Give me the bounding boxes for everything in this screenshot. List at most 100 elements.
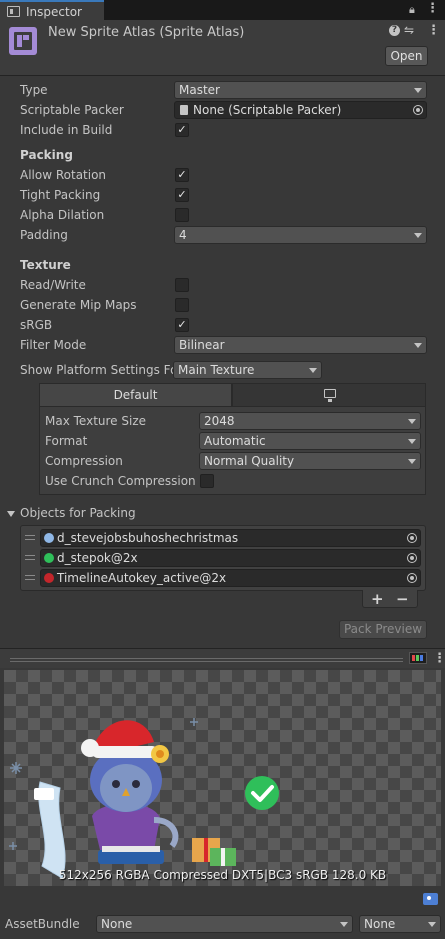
max-texture-size-label: Max Texture Size — [45, 414, 146, 428]
drag-handle-icon[interactable] — [25, 555, 35, 560]
green-check-icon — [44, 553, 54, 563]
list-item[interactable]: d_stepok@2x — [40, 549, 421, 567]
chevron-down-icon — [340, 922, 348, 927]
chevron-down-icon — [408, 459, 416, 464]
list-item-label: TimelineAutokey_active@2x — [57, 571, 227, 585]
srgb-checkbox[interactable]: ✓ — [175, 318, 189, 332]
type-label: Type — [20, 83, 48, 97]
chevron-down-icon — [414, 233, 422, 238]
platform-settings-dropdown[interactable]: Main Texture — [173, 361, 322, 379]
object-picker-icon[interactable] — [407, 533, 417, 543]
generate-mip-maps-checkbox[interactable] — [175, 298, 189, 312]
padding-dropdown[interactable]: 4 — [174, 226, 427, 244]
tight-packing-checkbox[interactable]: ✓ — [175, 188, 189, 202]
foldout-arrow-icon[interactable] — [7, 511, 15, 517]
list-item-label: d_stepok@2x — [57, 551, 138, 565]
chevron-down-icon — [408, 419, 416, 424]
asset-header: New Sprite Atlas (Sprite Atlas) ? ⇋ ⋮ Op… — [0, 20, 445, 76]
label-tag-icon[interactable] — [423, 893, 438, 905]
chevron-down-icon — [414, 343, 422, 348]
list-item[interactable]: d_stevejobsbuhoshechristmas — [40, 529, 421, 547]
max-texture-size-dropdown[interactable]: 2048 — [199, 412, 421, 430]
read-write-checkbox[interactable] — [175, 278, 189, 292]
sprite-atlas-icon — [9, 27, 37, 55]
preview-caption: 512x256 RGBA Compressed DXT5|BC3 sRGB 12… — [58, 868, 387, 882]
use-crunch-checkbox[interactable] — [200, 474, 214, 488]
generate-mip-maps-label: Generate Mip Maps — [20, 298, 137, 312]
assetbundle-name-dropdown[interactable]: None — [96, 915, 353, 933]
assetbundle-label: AssetBundle — [5, 917, 80, 931]
filter-mode-label: Filter Mode — [20, 338, 87, 352]
chevron-down-icon — [414, 88, 422, 93]
format-label: Format — [45, 434, 88, 448]
drag-handle-icon[interactable] — [25, 575, 35, 580]
atlas-sprites-image — [9, 718, 279, 879]
include-in-build-label: Include in Build — [20, 123, 113, 137]
allow-rotation-checkbox[interactable]: ✓ — [175, 168, 189, 182]
pack-preview-button[interactable]: Pack Preview — [339, 620, 427, 639]
presets-icon[interactable]: ⇋ — [404, 23, 414, 37]
compression-value: Normal Quality — [204, 454, 295, 468]
chevron-down-icon — [408, 439, 416, 444]
rgb-channels-icon[interactable] — [409, 652, 427, 664]
padding-label: Padding — [20, 228, 68, 242]
remove-item-button[interactable]: − — [396, 590, 409, 608]
allow-rotation-label: Allow Rotation — [20, 168, 107, 182]
drag-handle-icon[interactable] — [25, 535, 35, 540]
open-button[interactable]: Open — [385, 46, 428, 66]
packing-heading: Packing — [20, 148, 73, 162]
type-dropdown[interactable]: Master — [174, 81, 427, 99]
use-crunch-label: Use Crunch Compression — [45, 474, 196, 488]
inspector-icon — [7, 6, 20, 17]
texture-heading: Texture — [20, 258, 71, 272]
max-texture-size-value: 2048 — [204, 414, 235, 428]
chevron-down-icon — [428, 922, 436, 927]
tight-packing-label: Tight Packing — [20, 188, 101, 202]
tab-label: Inspector — [26, 5, 82, 19]
tab-menu-icon[interactable]: ⋮ — [426, 1, 439, 16]
scriptable-packer-label: Scriptable Packer — [20, 103, 124, 117]
list-item[interactable]: TimelineAutokey_active@2x — [40, 569, 421, 587]
object-picker-icon[interactable] — [413, 105, 423, 115]
filter-mode-dropdown[interactable]: Bilinear — [174, 336, 427, 354]
lock-icon[interactable]: 🔒︎ — [409, 3, 415, 17]
format-dropdown[interactable]: Automatic — [199, 432, 421, 450]
assetbundle-variant-dropdown[interactable]: None — [359, 915, 441, 933]
chevron-down-icon — [309, 368, 317, 373]
assetbundle-variant-value: None — [364, 917, 396, 931]
alpha-dilation-label: Alpha Dilation — [20, 208, 105, 222]
assetbundle-name-value: None — [101, 917, 133, 931]
sprite-icon — [44, 533, 54, 543]
scriptable-packer-value: None (Scriptable Packer) — [193, 103, 342, 117]
object-picker-icon[interactable] — [407, 573, 417, 583]
asset-title: New Sprite Atlas (Sprite Atlas) — [48, 25, 245, 40]
add-item-button[interactable]: + — [371, 590, 384, 608]
tab-standalone[interactable] — [232, 383, 426, 407]
tab-default[interactable]: Default — [39, 383, 232, 407]
scriptable-packer-field[interactable]: None (Scriptable Packer) — [174, 101, 427, 119]
preview-menu-icon[interactable]: ⋮ — [433, 651, 445, 666]
preview-canvas — [4, 670, 441, 886]
script-file-icon — [180, 105, 188, 115]
list-add-remove: + − — [362, 590, 418, 608]
srgb-label: sRGB — [20, 318, 53, 332]
help-icon[interactable]: ? — [389, 25, 400, 36]
monitor-icon — [324, 389, 336, 402]
tab-inspector[interactable]: Inspector — [0, 0, 104, 20]
header-menu-icon[interactable]: ⋮ — [427, 23, 440, 38]
compression-label: Compression — [45, 454, 123, 468]
list-item-label: d_stevejobsbuhoshechristmas — [57, 531, 239, 545]
compression-dropdown[interactable]: Normal Quality — [199, 452, 421, 470]
preview-drag-bar[interactable] — [10, 658, 403, 659]
red-record-icon — [44, 573, 54, 583]
object-picker-icon[interactable] — [407, 553, 417, 563]
include-in-build-checkbox[interactable]: ✓ — [175, 123, 189, 137]
objects-heading: Objects for Packing — [20, 506, 136, 520]
type-value: Master — [179, 83, 220, 97]
alpha-dilation-checkbox[interactable] — [175, 208, 189, 222]
preview-drag-bar[interactable] — [10, 661, 403, 662]
platform-settings-value: Main Texture — [178, 363, 255, 377]
platform-settings-label: Show Platform Settings For — [20, 363, 173, 377]
padding-value: 4 — [179, 228, 187, 242]
read-write-label: Read/Write — [20, 278, 86, 292]
